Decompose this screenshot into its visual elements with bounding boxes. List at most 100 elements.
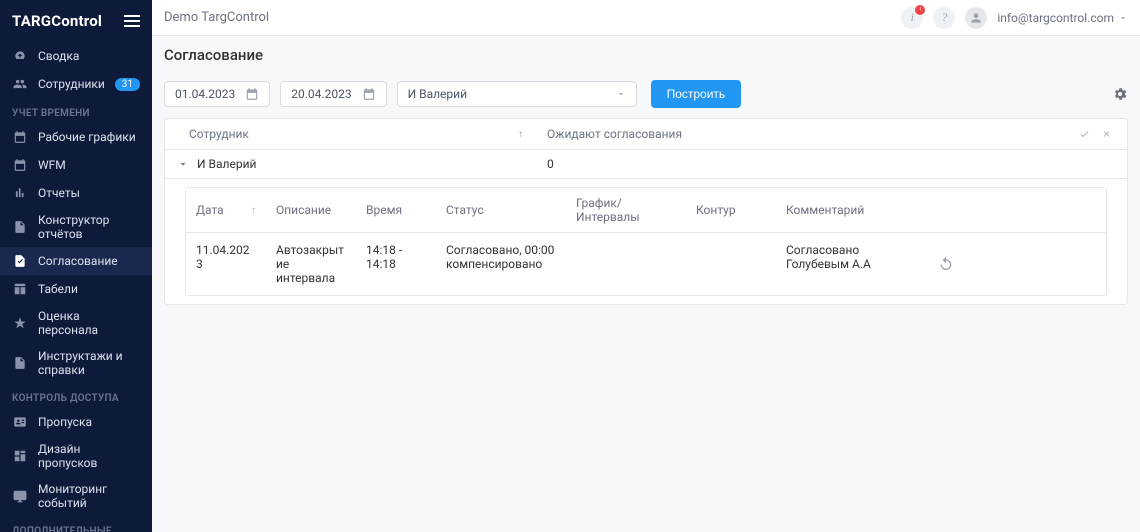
sidebar: TARGControl Сводка Сотрудники 31 Учет вр…: [0, 0, 152, 532]
employee-select-value: И Валерий: [408, 87, 467, 101]
cell-desc: Автозакрытие интервала: [266, 233, 356, 295]
undo-icon[interactable]: [938, 256, 954, 272]
menu-toggle-icon[interactable]: [124, 12, 140, 30]
inner-table: Дата ↑ Описание Время Статус График/Инте…: [185, 187, 1107, 296]
chevron-down-icon: [1118, 13, 1128, 23]
user-email-dropdown[interactable]: info@targcontrol.com: [997, 11, 1128, 25]
group-employee-name: И Валерий: [197, 157, 256, 171]
sidebar-item-label: WFM: [38, 158, 66, 172]
main-table: Сотрудник ↑ Ожидают согласования И Валер…: [164, 118, 1128, 305]
app-logo: TARGControl: [12, 12, 102, 30]
sort-icon: ↑: [518, 129, 523, 140]
approve-icon[interactable]: [1079, 127, 1090, 141]
ith-graph[interactable]: График/Интервалы: [566, 188, 686, 232]
chevron-down-icon: [616, 89, 626, 99]
settings-icon[interactable]: [1112, 86, 1128, 102]
chart-icon: [12, 185, 28, 201]
sidebar-item-approval[interactable]: Согласование: [0, 247, 152, 275]
page-title-row: Согласование: [152, 36, 1140, 74]
sidebar-header: TARGControl: [0, 0, 152, 42]
cell-actions: [916, 233, 976, 295]
sidebar-item-passes[interactable]: Пропуска: [0, 408, 152, 436]
sidebar-item-report-builder[interactable]: Конструктор отчётов: [0, 207, 152, 247]
cell-kontur: [686, 233, 776, 295]
build-button[interactable]: Построить: [651, 80, 742, 108]
layout-icon: [12, 448, 28, 464]
user-email: info@targcontrol.com: [997, 11, 1114, 25]
sidebar-item-label: Дизайн пропусков: [38, 442, 140, 470]
sidebar-item-pass-design[interactable]: Дизайн пропусков: [0, 436, 152, 476]
star-icon: [12, 315, 28, 331]
help-icon[interactable]: ?: [933, 7, 955, 29]
sidebar-item-label: Мониторинг событий: [38, 482, 140, 510]
calendar-icon: [12, 129, 28, 145]
gauge-icon: [12, 48, 28, 64]
filter-row: 01.04.2023 20.04.2023 И Валерий Построит…: [152, 74, 1140, 118]
calendar-icon: [245, 87, 259, 101]
expand-icon[interactable]: [177, 158, 189, 170]
ith-status[interactable]: Статус: [436, 188, 566, 232]
sidebar-item-schedules[interactable]: Рабочие графики: [0, 123, 152, 151]
sidebar-item-briefings[interactable]: Инструктажи и справки: [0, 343, 152, 383]
cell-time: 14:18 - 14:18: [356, 233, 436, 295]
topbar-title: Demo TargControl: [164, 10, 269, 25]
document-icon: [12, 219, 28, 235]
page-title: Согласование: [164, 46, 1128, 64]
sidebar-item-label: Согласование: [38, 254, 118, 268]
calendar-icon: [12, 157, 28, 173]
topbar: Demo TargControl i ! ? info@targcontrol.…: [152, 0, 1140, 36]
group-pending-cell: 0: [535, 150, 1127, 178]
sidebar-item-label: Рабочие графики: [38, 130, 136, 144]
document-icon: [12, 355, 28, 371]
cell-status: Согласовано, 00:00 компенсировано: [436, 233, 566, 295]
calendar-icon: [362, 87, 376, 101]
ith-kontur[interactable]: Контур: [686, 188, 776, 232]
date-from-input[interactable]: 01.04.2023: [164, 81, 270, 107]
sidebar-item-label: Инструктажи и справки: [38, 349, 140, 377]
sidebar-item-label: Отчеты: [38, 186, 80, 200]
inner-table-header: Дата ↑ Описание Время Статус График/Инте…: [186, 188, 1106, 233]
sidebar-item-label: Сотрудники: [38, 77, 105, 91]
ith-comment[interactable]: Комментарий: [776, 188, 916, 232]
sidebar-item-monitoring[interactable]: Мониторинг событий: [0, 476, 152, 516]
sidebar-item-label: Табели: [38, 282, 78, 296]
check-document-icon: [12, 253, 28, 269]
sidebar-item-timesheets[interactable]: Табели: [0, 275, 152, 303]
sidebar-item-employees[interactable]: Сотрудники 31: [0, 70, 152, 98]
employee-select[interactable]: И Валерий: [397, 81, 637, 107]
employees-badge: 31: [115, 78, 140, 91]
date-to-value: 20.04.2023: [291, 87, 351, 101]
group-employee-cell: И Валерий: [165, 150, 535, 178]
sidebar-item-wfm[interactable]: WFM: [0, 151, 152, 179]
ith-date[interactable]: Дата ↑: [186, 188, 266, 232]
date-to-input[interactable]: 20.04.2023: [280, 81, 386, 107]
sidebar-item-label: Конструктор отчётов: [38, 213, 140, 241]
user-avatar[interactable]: [965, 7, 987, 29]
table-icon: [12, 281, 28, 297]
inner-table-wrap: Дата ↑ Описание Время Статус График/Инте…: [165, 179, 1127, 304]
group-row: И Валерий 0: [165, 150, 1127, 179]
th-actions: [1067, 119, 1127, 149]
ith-time[interactable]: Время: [356, 188, 436, 232]
info-icon[interactable]: i !: [901, 7, 923, 29]
sidebar-item-label: Сводка: [38, 49, 79, 63]
sidebar-section-access: Контроль доступа: [0, 383, 152, 408]
sidebar-item-rating[interactable]: Оценка персонала: [0, 303, 152, 343]
sidebar-item-summary[interactable]: Сводка: [0, 42, 152, 70]
table-row: 11.04.2023 Автозакрытие интервала 14:18 …: [186, 233, 1106, 295]
id-card-icon: [12, 414, 28, 430]
ith-actions: [916, 188, 976, 232]
cell-comment: Согласовано Голубевым А.А: [776, 233, 916, 295]
ith-desc[interactable]: Описание: [266, 188, 356, 232]
sidebar-section-modules: Дополнительные модули: [0, 516, 152, 532]
monitor-icon: [12, 488, 28, 504]
cell-graph: [566, 233, 686, 295]
th-pending[interactable]: Ожидают согласования: [535, 119, 1067, 149]
info-badge: !: [915, 5, 925, 15]
sidebar-section-time: Учет времени: [0, 98, 152, 123]
sidebar-item-reports[interactable]: Отчеты: [0, 179, 152, 207]
reject-icon[interactable]: [1102, 128, 1111, 140]
table-header: Сотрудник ↑ Ожидают согласования: [165, 119, 1127, 150]
th-employee[interactable]: Сотрудник ↑: [165, 119, 535, 149]
date-from-value: 01.04.2023: [175, 87, 235, 101]
